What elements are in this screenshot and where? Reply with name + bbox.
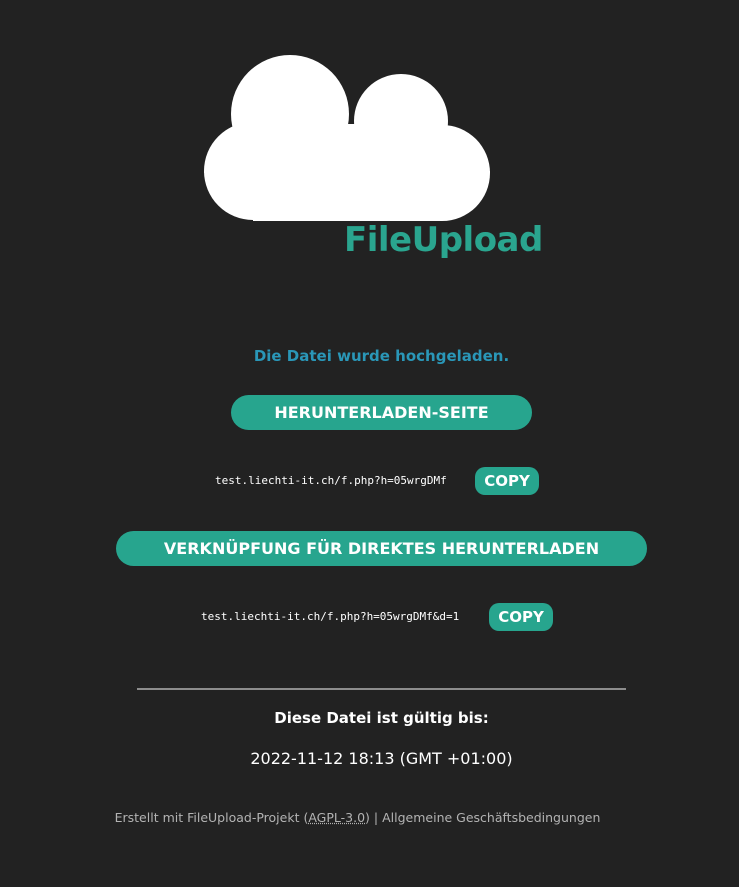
upload-status-message: Die Datei wurde hochgeladen.: [253, 347, 510, 365]
validity-label: Diese Datei ist gültig bis:: [274, 709, 489, 727]
footer-paren-open: (: [299, 810, 309, 825]
direct-download-link-button[interactable]: VERKNÜPFUNG FÜR DIREKTES HERUNTERLADEN: [116, 531, 647, 566]
download-page-button[interactable]: HERUNTERLADEN-SEITE: [231, 395, 532, 430]
validity-date: 2022-11-12 18:13 (GMT +01:00): [250, 749, 513, 768]
footer-separator: |: [369, 810, 383, 825]
footer-prefix: Erstellt mit: [114, 810, 188, 825]
footer: Erstellt mit FileUpload-Projekt (AGPL-3.…: [0, 810, 715, 825]
direct-download-link[interactable]: test.liechti-it.ch/f.php?h=05wrgDMf&d=1: [201, 610, 459, 623]
footer-terms-link[interactable]: Allgemeine Geschäftsbedingungen: [382, 810, 600, 825]
cloud-logo-icon: [204, 55, 490, 221]
copy-direct-download-link-button[interactable]: COPY: [489, 603, 553, 631]
footer-license-link[interactable]: AGPL-3.0: [308, 810, 365, 825]
footer-project-link[interactable]: FileUpload-Projekt: [187, 810, 299, 825]
download-page-link[interactable]: test.liechti-it.ch/f.php?h=05wrgDMf: [215, 474, 447, 487]
divider: [137, 688, 626, 690]
copy-download-page-link-button[interactable]: COPY: [475, 467, 539, 495]
brand-title: FileUpload: [344, 220, 543, 260]
